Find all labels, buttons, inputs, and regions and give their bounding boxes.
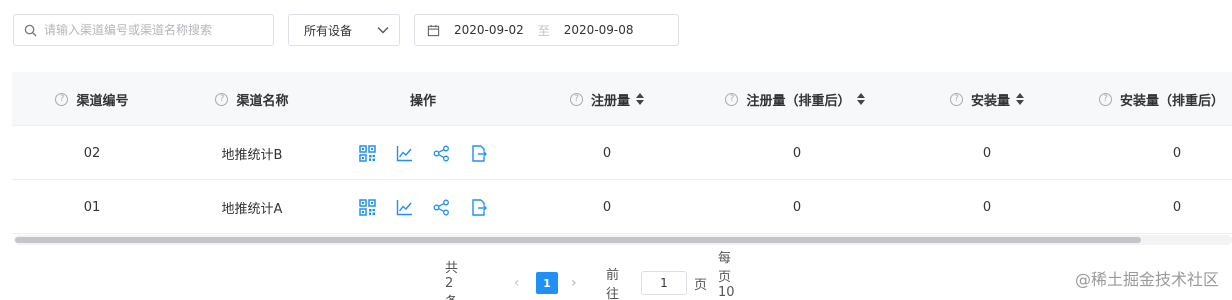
date-separator: 至 xyxy=(537,23,550,38)
cell-ops xyxy=(333,180,513,234)
scrollbar-thumb[interactable] xyxy=(15,237,1141,243)
export-icon[interactable] xyxy=(470,144,487,162)
column-header-install-dedup[interactable]: ? 安装量（排重后） xyxy=(1099,72,1232,126)
device-select-value: 所有设备 xyxy=(304,23,353,38)
help-icon[interactable]: ? xyxy=(55,92,69,106)
column-header-name: ? 渠道名称 xyxy=(202,72,302,126)
cell-install-dedup: 0 xyxy=(1172,199,1182,215)
search-icon xyxy=(24,24,37,37)
calendar-icon xyxy=(427,24,440,37)
cell-reg: 0 xyxy=(602,145,612,161)
chevron-left-icon[interactable]: ‹ xyxy=(514,271,520,295)
search-box[interactable] xyxy=(13,14,274,46)
table-header: ? 渠道编号 ? 渠道名称 操作 ? 注册量 ? 注册量（排重后） ? 安装量 ? 安装量（… xyxy=(12,72,1232,126)
help-icon[interactable]: ? xyxy=(949,92,963,106)
qrcode-icon[interactable] xyxy=(359,144,376,162)
date-range-picker[interactable]: 2020-09-02 至 2020-09-08 xyxy=(414,14,679,46)
page-size-label[interactable]: 每页10条 xyxy=(718,251,735,300)
pagination-total: 共 2 条 xyxy=(445,260,459,300)
horizontal-scrollbar[interactable] xyxy=(14,235,1232,245)
column-header-install[interactable]: ? 安装量 xyxy=(932,72,1042,126)
cell-name: 地推统计B xyxy=(221,147,283,163)
help-icon[interactable]: ? xyxy=(569,92,583,106)
line-chart-icon[interactable] xyxy=(396,145,413,162)
qrcode-icon[interactable] xyxy=(359,198,376,216)
chevron-down-icon xyxy=(377,26,389,34)
help-icon[interactable]: ? xyxy=(725,92,739,106)
column-header-ops: 操作 xyxy=(409,93,436,109)
column-header-code: ? 渠道编号 xyxy=(42,72,142,126)
date-start[interactable]: 2020-09-02 xyxy=(454,23,524,37)
cell-reg: 0 xyxy=(602,199,612,215)
device-select[interactable]: 所有设备 xyxy=(288,14,400,46)
table-row: 02 地推统计B 0 0 0 0 xyxy=(12,126,1232,180)
sort-icon[interactable] xyxy=(636,93,644,105)
column-header-reg[interactable]: ? 注册量 xyxy=(552,72,662,126)
line-chart-icon[interactable] xyxy=(396,199,413,216)
help-icon[interactable]: ? xyxy=(1099,92,1112,106)
goto-page-input[interactable]: 1 xyxy=(641,271,687,295)
cell-install: 0 xyxy=(982,145,992,161)
goto-label: 前往 xyxy=(606,268,620,300)
channel-table: ? 渠道编号 ? 渠道名称 操作 ? 注册量 ? 注册量（排重后） ? 安装量 ? 安装量（… xyxy=(12,72,1232,248)
cell-reg-dedup: 0 xyxy=(792,199,802,215)
date-end[interactable]: 2020-09-08 xyxy=(564,23,634,37)
cell-code: 01 xyxy=(83,199,101,215)
cell-install-dedup: 0 xyxy=(1172,145,1182,161)
share-icon[interactable] xyxy=(433,145,450,162)
cell-reg-dedup: 0 xyxy=(792,145,802,161)
cell-install: 0 xyxy=(982,199,992,215)
page-unit-label: 页 xyxy=(694,277,708,293)
column-header-reg-dedup[interactable]: ? 注册量（排重后） xyxy=(710,72,880,126)
cell-code: 02 xyxy=(83,145,101,161)
export-icon[interactable] xyxy=(470,198,487,216)
cell-name: 地推统计A xyxy=(221,201,283,217)
sort-icon[interactable] xyxy=(856,93,865,105)
page-number-current[interactable]: 1 xyxy=(536,272,558,294)
cell-ops xyxy=(333,126,513,180)
table-row: 01 地推统计A 0 0 0 0 xyxy=(12,180,1232,234)
sort-icon[interactable] xyxy=(1016,93,1024,105)
help-icon[interactable]: ? xyxy=(215,92,229,106)
watermark: @稀土掘金技术社区 xyxy=(1074,270,1219,289)
search-input[interactable] xyxy=(44,23,259,37)
chevron-right-icon[interactable]: › xyxy=(571,271,577,295)
share-icon[interactable] xyxy=(433,199,450,216)
